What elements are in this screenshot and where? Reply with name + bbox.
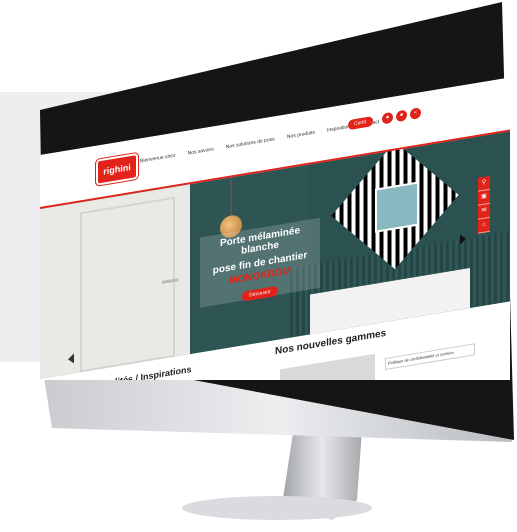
- nav-bar: Bienvenue chez Nos savoirs Nos solutions…: [140, 119, 379, 164]
- user-icon[interactable]: ●: [396, 109, 407, 123]
- discover-button[interactable]: Découvrir: [242, 285, 278, 302]
- user-icon[interactable]: ●: [382, 111, 393, 125]
- share-icon[interactable]: <: [410, 107, 421, 120]
- mirror-glass: [375, 181, 419, 233]
- nav-item[interactable]: Nos solutions de pose: [226, 136, 275, 150]
- home-icon[interactable]: ⌂: [478, 217, 490, 234]
- carousel-prev-icon[interactable]: [68, 353, 74, 365]
- nav-item[interactable]: Nos produits: [287, 130, 315, 141]
- website: righini Bienvenue chez Nos savoirs Nos s…: [40, 77, 510, 380]
- certif-button[interactable]: Certif.: [348, 115, 374, 131]
- nav-item[interactable]: Inspiration: [327, 124, 350, 134]
- privacy-banner[interactable]: Politique de confidentialité et cookies: [385, 343, 475, 371]
- pendant-wire: [230, 177, 232, 218]
- door-image: [40, 184, 190, 379]
- range-card[interactable]: [280, 353, 375, 380]
- logo[interactable]: righini: [96, 152, 138, 186]
- side-toolbar: ⚲ ▣ ✉ ⌂: [478, 175, 490, 234]
- nav-item[interactable]: Bienvenue chez: [140, 153, 176, 165]
- screen: righini Bienvenue chez Nos savoirs Nos s…: [40, 75, 517, 380]
- carousel-next-icon[interactable]: [460, 233, 466, 245]
- nav-item[interactable]: Nos savoirs: [188, 146, 214, 156]
